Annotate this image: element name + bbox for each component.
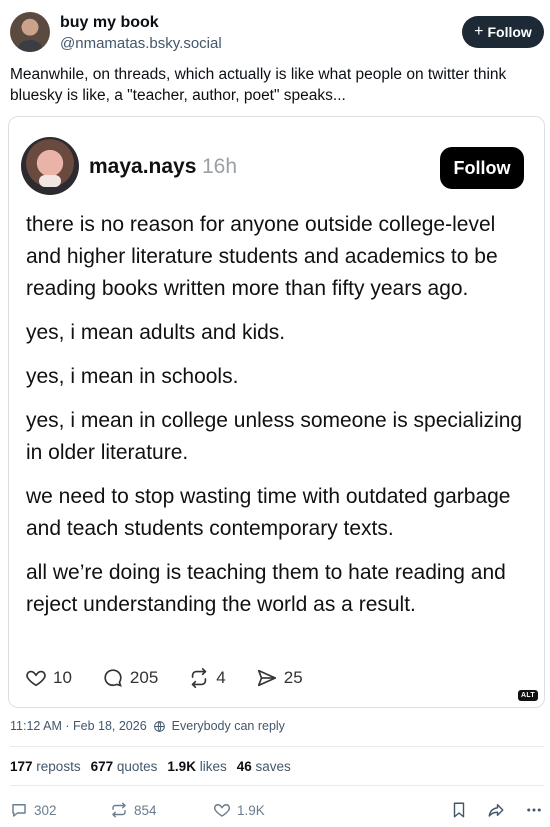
quoted-actions: 10 205 4 25 [25, 665, 333, 691]
quoted-like: 10 [25, 667, 72, 689]
follow-button-label: Follow [487, 24, 532, 40]
globe-icon [153, 720, 165, 732]
quoted-paragraph: there is no reason for anyone outside co… [26, 213, 498, 300]
like-count: 1.9K [237, 802, 265, 818]
alt-text-badge[interactable]: ALT [518, 690, 538, 701]
repost-icon [112, 802, 126, 818]
repost-button[interactable]: 854 [110, 801, 157, 819]
quoted-paragraph: yes, i mean adults and kids. [26, 321, 286, 344]
like-button[interactable]: 1.9K [213, 801, 265, 819]
quoted-share: 25 [256, 667, 303, 689]
avatar[interactable] [10, 12, 50, 52]
quoted-avatar [21, 137, 79, 195]
quoted-paragraph: we need to stop wasting time with outdat… [26, 485, 511, 540]
post-text: Meanwhile, on threads, which actually is… [10, 66, 507, 104]
quoted-like-count: 10 [53, 668, 72, 687]
reposts-count: 177 [10, 759, 33, 774]
quoted-paragraph: yes, i mean in college unless someone is… [26, 409, 523, 464]
saves-label: saves [255, 759, 291, 774]
saves-count: 46 [236, 759, 252, 774]
post-timestamp: 11:12 AM · Feb 18, 2026 [10, 719, 147, 733]
divider [10, 785, 544, 786]
repost-count: 854 [134, 802, 157, 818]
quoted-repost-count: 4 [216, 668, 226, 687]
post-stats: 177 reposts 677 quotes 1.9K likes 46 sav… [10, 759, 291, 774]
share-arrow-icon[interactable] [486, 801, 506, 819]
divider [10, 746, 544, 747]
quoted-username: maya.nays [89, 155, 197, 178]
post-meta: 11:12 AM · Feb 18, 2026 Everybody can re… [10, 719, 285, 733]
quoted-repost: 4 [188, 667, 226, 689]
heart-icon [26, 670, 46, 687]
plus-icon: + [474, 23, 484, 40]
saves-stat: 46 saves [237, 759, 291, 774]
speech-bubble-icon [104, 669, 122, 687]
likes-count: 1.9K [167, 759, 196, 774]
post-actions: 302 854 1.9K [10, 797, 544, 823]
quoted-paragraph: yes, i mean in schools. [26, 365, 239, 388]
quoted-reply: 205 [102, 667, 158, 689]
reply-count: 302 [34, 802, 57, 818]
quoted-time: 16h [202, 155, 238, 178]
quoted-share-count: 25 [283, 668, 303, 687]
quoted-reply-count: 205 [129, 668, 159, 687]
speech-bubble-icon [12, 804, 26, 817]
follow-button[interactable]: + Follow [462, 16, 544, 48]
share-arrow-icon [257, 669, 276, 687]
likes-stat[interactable]: 1.9K likes [167, 759, 226, 774]
right-actions [450, 801, 544, 819]
likes-label: likes [199, 759, 227, 774]
post-header: buy my book @nmamatas.bsky.social + Foll… [10, 12, 544, 56]
reposts-label: reposts [36, 759, 81, 774]
author-handle[interactable]: @nmamatas.bsky.social [60, 35, 222, 52]
repost-icon [192, 668, 207, 688]
quoted-follow-button: Follow [440, 147, 524, 189]
quotes-label: quotes [116, 759, 158, 774]
embedded-screenshot[interactable]: maya.nays 16h Follow there is no reason … [8, 116, 545, 708]
author-display-name[interactable]: buy my book [60, 14, 159, 32]
quotes-count: 677 [90, 759, 114, 774]
reply-setting[interactable]: Everybody can reply [172, 719, 285, 733]
bookmark-icon[interactable] [450, 801, 468, 819]
quoted-body: there is no reason for anyone outside co… [26, 209, 526, 633]
reposts-stat[interactable]: 177 reposts [10, 759, 81, 774]
heart-icon [213, 804, 231, 817]
quotes-stat[interactable]: 677 quotes [91, 759, 158, 774]
more-icon[interactable] [524, 801, 544, 819]
reply-button[interactable]: 302 [10, 801, 57, 819]
quoted-paragraph: all we’re doing is teaching them to hate… [26, 561, 506, 616]
